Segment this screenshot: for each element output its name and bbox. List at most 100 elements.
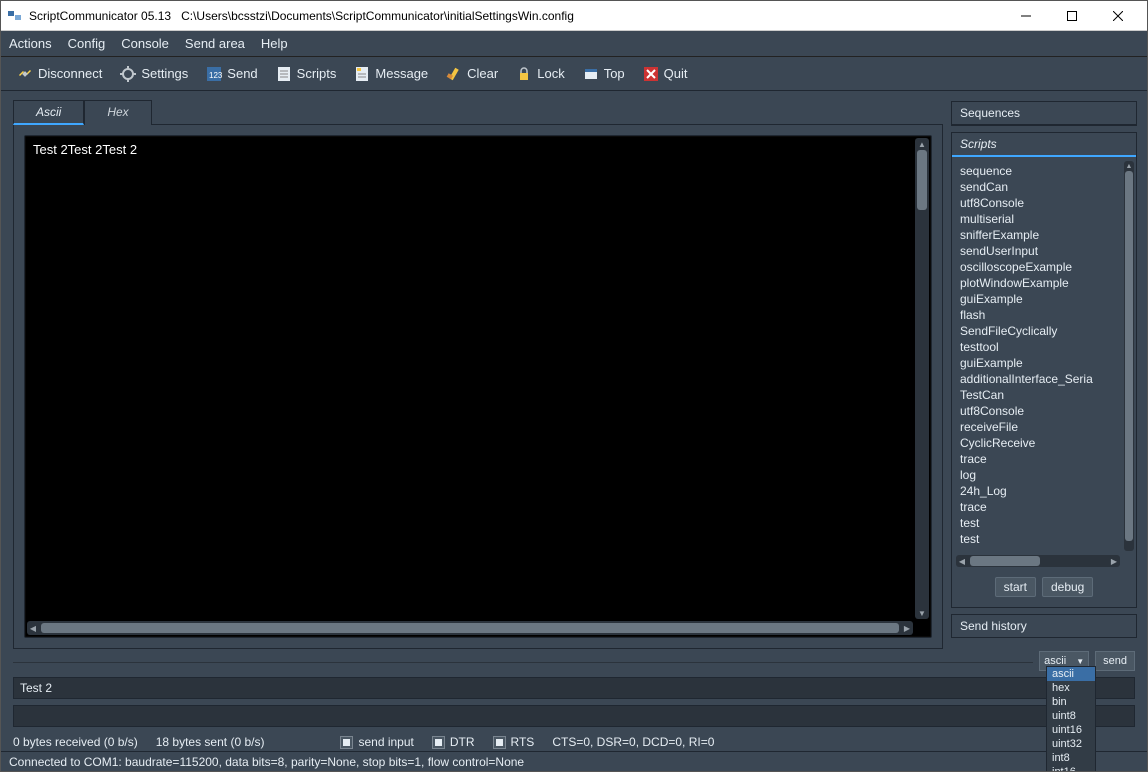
list-item[interactable]: plotWindowExample: [956, 275, 1132, 291]
close-button[interactable]: [1095, 1, 1141, 31]
list-item[interactable]: 24h_Log: [956, 483, 1132, 499]
list-item[interactable]: additionalInterface_Seria: [956, 371, 1132, 387]
upper-area: Ascii Hex Test 2Test 2Test 2 ▲ ▼ ◀: [1, 91, 1147, 649]
top-button[interactable]: Top: [577, 63, 631, 85]
clear-icon: [446, 66, 462, 82]
sequences-header[interactable]: Sequences: [952, 102, 1136, 125]
console-inner: Test 2Test 2Test 2 ▲ ▼ ◀ ▶: [24, 135, 932, 638]
menu-actions[interactable]: Actions: [9, 36, 52, 51]
scripts-button[interactable]: Scripts: [270, 63, 343, 85]
dropdown-option[interactable]: ascii: [1047, 667, 1095, 681]
scroll-up-icon[interactable]: ▲: [1124, 161, 1134, 171]
send-input[interactable]: [13, 677, 1135, 699]
list-item[interactable]: guiExample: [956, 291, 1132, 307]
dropdown-option[interactable]: bin: [1047, 695, 1095, 709]
scroll-down-icon[interactable]: ▼: [915, 607, 929, 619]
list-item[interactable]: multiserial: [956, 211, 1132, 227]
scroll-left-icon[interactable]: ◀: [27, 621, 39, 635]
scroll-up-icon[interactable]: ▲: [915, 138, 929, 150]
app-icon: [7, 8, 23, 24]
dropdown-option[interactable]: uint32: [1047, 737, 1095, 751]
dtr-checkbox[interactable]: DTR: [432, 735, 475, 749]
scroll-right-icon[interactable]: ▶: [901, 621, 913, 635]
list-item[interactable]: utf8Console: [956, 195, 1132, 211]
send-input-label: send input: [358, 735, 413, 749]
dropdown-option[interactable]: int16: [1047, 765, 1095, 771]
list-item[interactable]: guiExample: [956, 355, 1132, 371]
disconnect-button[interactable]: Disconnect: [11, 63, 108, 85]
menu-config[interactable]: Config: [68, 36, 106, 51]
signal-status: CTS=0, DSR=0, DCD=0, RI=0: [552, 735, 714, 749]
send-button[interactable]: 123 Send: [200, 63, 263, 85]
dropdown-option[interactable]: uint16: [1047, 723, 1095, 737]
quit-label: Quit: [664, 66, 688, 81]
start-button[interactable]: start: [995, 577, 1036, 597]
list-item[interactable]: SendFileCyclically: [956, 323, 1132, 339]
scroll-right-icon[interactable]: ▶: [1108, 555, 1120, 567]
send-submit-button[interactable]: send: [1095, 651, 1135, 671]
scroll-thumb[interactable]: [1125, 171, 1133, 541]
scroll-left-icon[interactable]: ◀: [956, 555, 968, 567]
message-button[interactable]: Message: [348, 63, 434, 85]
send-history-panel[interactable]: Send history: [951, 614, 1137, 638]
menu-help[interactable]: Help: [261, 36, 288, 51]
list-item[interactable]: test: [956, 515, 1132, 531]
send-area: ascii ▼ send asciihexbinuint8uint16uint3…: [1, 649, 1147, 731]
list-item[interactable]: trace: [956, 451, 1132, 467]
menu-console[interactable]: Console: [121, 36, 169, 51]
lock-label: Lock: [537, 66, 564, 81]
send-format-dropdown[interactable]: asciihexbinuint8uint16uint32int8int16int…: [1046, 666, 1096, 771]
list-item[interactable]: receiveFile: [956, 419, 1132, 435]
console-hscrollbar[interactable]: ◀ ▶: [27, 621, 913, 635]
quit-button[interactable]: Quit: [637, 63, 694, 85]
list-item[interactable]: sendUserInput: [956, 243, 1132, 259]
list-item[interactable]: utf8Console: [956, 403, 1132, 419]
send-input-checkbox[interactable]: send input: [340, 735, 413, 749]
list-item[interactable]: testtool: [956, 339, 1132, 355]
maximize-button[interactable]: [1049, 1, 1095, 31]
list-item[interactable]: trace: [956, 499, 1132, 515]
debug-button[interactable]: debug: [1042, 577, 1093, 597]
rts-checkbox[interactable]: RTS: [493, 735, 535, 749]
right-lower: Send history Find text in console: [951, 614, 1137, 649]
dropdown-option[interactable]: hex: [1047, 681, 1095, 695]
checkbox-icon: [493, 736, 506, 749]
send-label: Send: [227, 66, 257, 81]
scroll-thumb[interactable]: [970, 556, 1040, 566]
list-item[interactable]: TestCan: [956, 387, 1132, 403]
clear-button[interactable]: Clear: [440, 63, 504, 85]
scripts-label: Scripts: [297, 66, 337, 81]
dropdown-option[interactable]: int8: [1047, 751, 1095, 765]
send-icon: 123: [206, 66, 222, 82]
scripts-list[interactable]: sequencesendCanutf8Consolemultiserialsni…: [952, 157, 1136, 569]
console-output[interactable]: Test 2Test 2Test 2: [25, 136, 931, 637]
scroll-thumb[interactable]: [41, 623, 899, 633]
list-item[interactable]: snifferExample: [956, 227, 1132, 243]
send-secondary-input[interactable]: [13, 705, 1135, 727]
list-item[interactable]: CyclicReceive: [956, 435, 1132, 451]
disconnect-label: Disconnect: [38, 66, 102, 81]
menubar: Actions Config Console Send area Help: [1, 31, 1147, 57]
scripts-vscrollbar[interactable]: ▲: [1124, 161, 1134, 551]
list-item[interactable]: sequence: [956, 163, 1132, 179]
scripts-header[interactable]: Scripts: [952, 133, 1136, 157]
settings-button[interactable]: Settings: [114, 63, 194, 85]
tab-ascii[interactable]: Ascii: [13, 100, 84, 125]
clear-label: Clear: [467, 66, 498, 81]
console-vscrollbar[interactable]: ▲ ▼: [915, 138, 929, 619]
tab-hex[interactable]: Hex: [84, 100, 151, 125]
dropdown-option[interactable]: uint8: [1047, 709, 1095, 723]
connection-status: Connected to COM1: baudrate=115200, data…: [9, 755, 524, 769]
list-item[interactable]: oscilloscopeExample: [956, 259, 1132, 275]
menu-send-area[interactable]: Send area: [185, 36, 245, 51]
app-window: ScriptCommunicator 05.13 C:\Users\bcsstz…: [0, 0, 1148, 772]
scroll-thumb[interactable]: [917, 150, 927, 210]
scripts-hscrollbar[interactable]: ◀ ▶: [956, 555, 1120, 567]
list-item[interactable]: log: [956, 467, 1132, 483]
lock-button[interactable]: Lock: [510, 63, 570, 85]
list-item[interactable]: sendCan: [956, 179, 1132, 195]
chevron-down-icon: ▼: [1076, 657, 1084, 666]
minimize-button[interactable]: [1003, 1, 1049, 31]
list-item[interactable]: test: [956, 531, 1132, 547]
list-item[interactable]: flash: [956, 307, 1132, 323]
